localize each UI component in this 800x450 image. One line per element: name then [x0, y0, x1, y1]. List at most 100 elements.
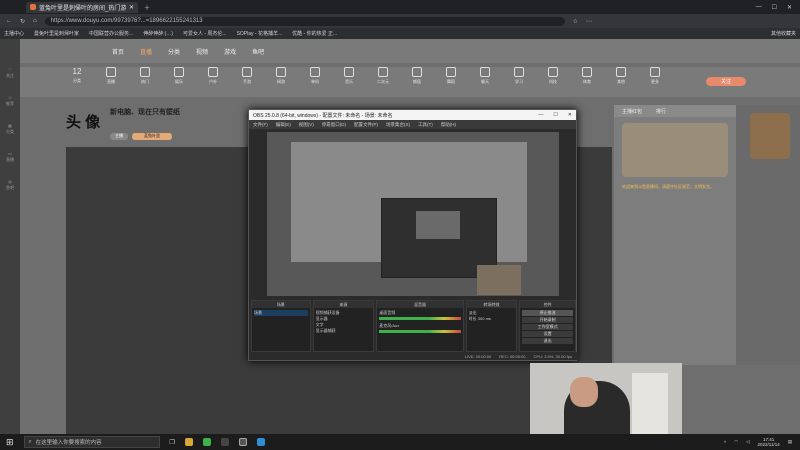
back-icon[interactable]: ← — [6, 18, 12, 24]
other-bookmarks[interactable]: 其他收藏夹 — [771, 30, 796, 37]
app-icon[interactable] — [220, 438, 229, 446]
activity-column — [736, 105, 800, 365]
bookmark-item[interactable]: 主播中心 — [4, 30, 24, 37]
category-item[interactable]: 二次元 — [372, 67, 394, 85]
nav-item[interactable]: 鱼吧 — [252, 47, 264, 56]
studio-mode-button[interactable]: 工作室模式 — [522, 324, 573, 330]
clock[interactable]: 17:41 2022/11/14 — [758, 437, 780, 447]
category-item[interactable]: 娱乐 — [168, 67, 190, 85]
bookmark-item[interactable]: 伸醉伸醉:(…) — [143, 30, 173, 37]
nav-item-live[interactable]: 直播 — [140, 47, 152, 56]
sidebar-item[interactable]: ▦ 分类 — [6, 123, 14, 135]
tab-red-packet[interactable]: 主播红包 — [622, 108, 642, 115]
sidebar-item[interactable]: ▭ 直播 — [6, 151, 14, 163]
promo-banner[interactable] — [622, 123, 728, 177]
star-icon[interactable]: ☆ — [573, 18, 578, 25]
start-recording-button[interactable]: 开始录制 — [522, 317, 573, 323]
volume-icon[interactable]: ◁ — [746, 439, 749, 445]
category-item[interactable]: 学习 — [508, 67, 530, 85]
network-icon[interactable]: ◠ — [734, 439, 738, 445]
minimize-icon[interactable]: — — [756, 4, 762, 11]
home-icon[interactable]: ⌂ — [33, 18, 37, 24]
category-item[interactable]: 热门 — [134, 67, 156, 85]
bookmark-item[interactable]: 曼兔叶里是刺帰叶家 — [34, 30, 79, 37]
volume-meter[interactable] — [379, 317, 461, 320]
category-item[interactable]: 其他 — [610, 67, 632, 85]
volume-meter[interactable] — [379, 330, 461, 333]
menu-item[interactable]: 场景集合(S) — [386, 122, 410, 128]
windows-start-icon[interactable]: ⊞ — [6, 437, 14, 448]
category-item[interactable]: 户外 — [202, 67, 224, 85]
notification-icon[interactable]: ▤ — [788, 439, 792, 445]
minimize-icon[interactable]: — — [538, 112, 543, 118]
menu-item[interactable]: 文件(F) — [253, 122, 268, 128]
bookmark-item[interactable]: 优酷 - 你的热爱 正... — [292, 30, 337, 37]
mixer-dock: 混音器 桌面音频 麦克风/Aux — [376, 300, 464, 352]
close-tab-icon[interactable]: ✕ — [129, 4, 134, 11]
category-item[interactable]: 科技 — [542, 67, 564, 85]
nav-item[interactable]: 分类 — [168, 47, 180, 56]
category-item[interactable]: 颜值 — [406, 67, 428, 85]
category-item[interactable]: 直播 — [100, 67, 122, 85]
new-tab-icon[interactable]: ＋ — [144, 3, 150, 12]
menu-item[interactable]: 停靠窗口(D) — [322, 122, 346, 128]
nav-item[interactable]: 游戏 — [224, 47, 236, 56]
stop-streaming-button[interactable]: 停止推流 — [522, 310, 573, 316]
taskbar-search[interactable]: ⌕ 在这里输入你要搜索的内容 — [23, 436, 160, 448]
activity-banner[interactable] — [750, 113, 790, 159]
extensions-icon[interactable]: ⋯ — [586, 18, 592, 25]
sidebar-item[interactable]: ◇ 推荐 — [6, 95, 14, 107]
maximize-icon[interactable]: ☐ — [772, 4, 777, 11]
task-view-icon[interactable]: ❐ — [170, 439, 175, 446]
settings-button[interactable]: 设置 — [522, 331, 573, 337]
obs-preview[interactable] — [267, 132, 559, 296]
screen: 蓝兔叶里是刺帰叶的房间_热门游戏 ✕ ＋ — ☐ ✕ ← ↻ ⌂ https:/… — [0, 0, 800, 450]
browser-tab[interactable]: 蓝兔叶里是刺帰叶的房间_热门游戏 ✕ — [26, 1, 138, 13]
refresh-icon[interactable]: ↻ — [20, 18, 25, 25]
close-window-icon[interactable]: ✕ — [787, 4, 792, 11]
grid-icon: ▦ — [8, 123, 12, 128]
follow-count-item[interactable]: 12 分类 — [66, 67, 88, 84]
category-item[interactable]: 手游 — [236, 67, 258, 85]
nav-item[interactable]: 首页 — [112, 47, 124, 56]
nav-item[interactable]: 视频 — [196, 47, 208, 56]
sidebar-item[interactable]: ◍ 鱼吧 — [6, 179, 14, 191]
menu-item[interactable]: 帮助(H) — [441, 122, 456, 128]
category-item[interactable]: 网游 — [270, 67, 292, 85]
category-item[interactable]: 音乐 — [338, 67, 360, 85]
category-item[interactable]: 体育 — [576, 67, 598, 85]
bookmark-item[interactable]: 中国联营办公服务... — [89, 30, 133, 37]
exit-button[interactable]: 退出 — [522, 338, 573, 344]
edge-icon[interactable] — [256, 438, 265, 446]
maximize-icon[interactable]: ☐ — [553, 112, 557, 118]
menu-item[interactable]: 配置文件(P) — [354, 122, 378, 128]
fish-icon: ◍ — [8, 179, 12, 184]
scene-item[interactable]: 场景 — [254, 310, 308, 316]
streamer-tag[interactable]: 蓝兔叶里 — [132, 133, 172, 140]
follow-button[interactable]: 关注 — [706, 77, 746, 86]
menu-item[interactable]: 视图(V) — [299, 122, 314, 128]
wechat-icon[interactable] — [202, 438, 211, 446]
sidebar-item[interactable]: ♡ 关注 — [6, 67, 14, 79]
obs-window: OBS 25.0.8 (64-bit, windows) - 配置文件: 未命名… — [248, 109, 578, 361]
duration-field[interactable]: 300 ms — [478, 316, 491, 321]
avatar[interactable]: 头 像 — [66, 111, 100, 132]
browser-tab-title: 蓝兔叶里是刺帰叶的房间_热门游戏 — [39, 5, 126, 12]
tab-rank[interactable]: 排行 — [656, 108, 666, 115]
bookmark-item[interactable]: 可爱女人 - 周杰伦... — [183, 30, 227, 37]
category-icon — [650, 67, 660, 77]
category-item[interactable]: 单机 — [304, 67, 326, 85]
sources-header: 来源 — [313, 301, 374, 308]
category-item[interactable]: 更多 — [644, 67, 666, 85]
category-item[interactable]: 聊天 — [474, 67, 496, 85]
menu-item[interactable]: 工具(T) — [418, 122, 433, 128]
file-explorer-icon[interactable] — [184, 438, 193, 446]
tray-chevron-icon[interactable]: ^ — [724, 440, 726, 445]
bookmark-item[interactable]: SOPlay - 花格捕羊... — [237, 30, 283, 37]
obs-taskbar-icon[interactable] — [238, 438, 247, 446]
menu-item[interactable]: 编辑(E) — [276, 122, 291, 128]
url-field[interactable]: https://www.douyu.com/9973976?...=189662… — [44, 16, 565, 26]
category-item[interactable]: 舞蹈 — [440, 67, 462, 85]
source-item[interactable]: 显示器捕获 — [316, 328, 372, 334]
close-icon[interactable]: ✕ — [568, 112, 572, 118]
